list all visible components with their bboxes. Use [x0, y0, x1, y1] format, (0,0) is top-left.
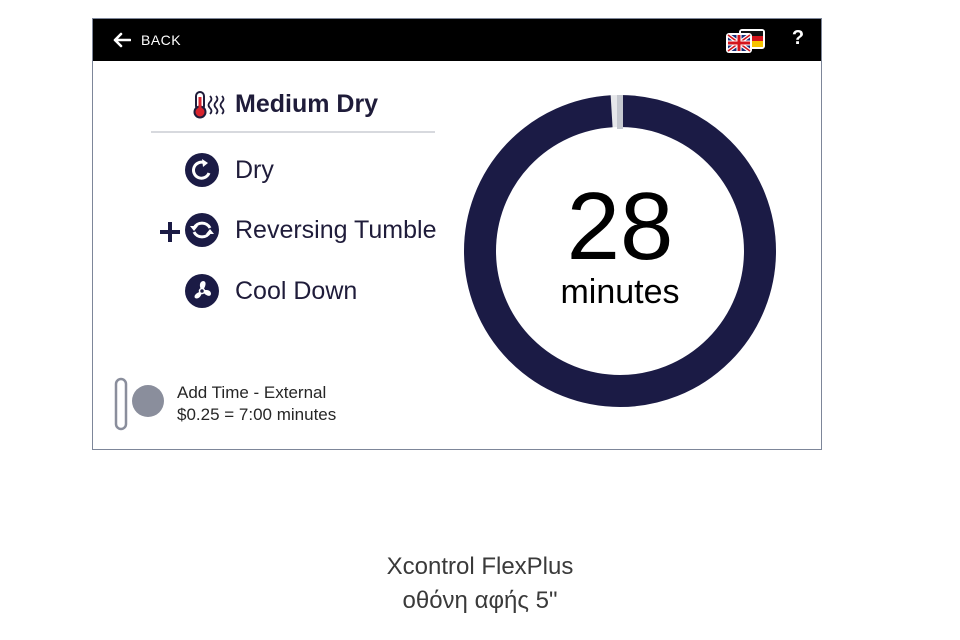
step-reversing-tumble: Reversing Tumble [185, 213, 436, 247]
step-cool-down: Cool Down [185, 274, 357, 308]
back-button[interactable]: BACK [113, 29, 181, 51]
add-time-title: Add Time - External [177, 383, 327, 402]
help-button[interactable]: ? [788, 27, 808, 53]
timer-ring-start-marker [617, 95, 623, 129]
step-label-cool-down: Cool Down [235, 276, 358, 305]
top-bar: BACK ? [93, 19, 821, 61]
step-dry: Dry [185, 153, 274, 187]
cycle-title-row: Medium Dry [189, 89, 378, 119]
plus-icon [160, 222, 180, 242]
step-label-dry: Dry [235, 155, 274, 184]
reversing-tumble-icon [185, 213, 219, 247]
toggle-track [114, 377, 128, 431]
dry-rotate-icon [185, 153, 219, 187]
language-flags-icon[interactable] [725, 28, 767, 54]
arrow-left-icon [113, 32, 131, 48]
caption-product-name: Xcontrol FlexPlus [386, 553, 574, 580]
add-time-rate: $0.25 = 7:00 minutes [177, 405, 337, 424]
timer-value: 28 [566, 173, 674, 280]
caption-description: οθόνη αφής 5" [402, 587, 558, 614]
add-time-info: Add Time - External $0.25 = 7:00 minutes [177, 382, 336, 426]
touch-screen: BACK ? Medium Dry Dry Reversing Tumble C… [92, 18, 822, 450]
title-divider [151, 131, 435, 133]
timer-unit: minutes [560, 273, 680, 311]
toggle-knob [132, 385, 164, 417]
add-time-toggle[interactable] [113, 377, 167, 433]
cool-down-fan-icon [185, 274, 219, 308]
image-caption: Xcontrol FlexPlus οθόνη αφής 5" [0, 550, 960, 618]
cycle-title: Medium Dry [235, 89, 379, 118]
step-label-reversing-tumble: Reversing Tumble [235, 215, 437, 244]
heat-temperature-icon [193, 91, 225, 119]
back-label: BACK [141, 32, 182, 48]
